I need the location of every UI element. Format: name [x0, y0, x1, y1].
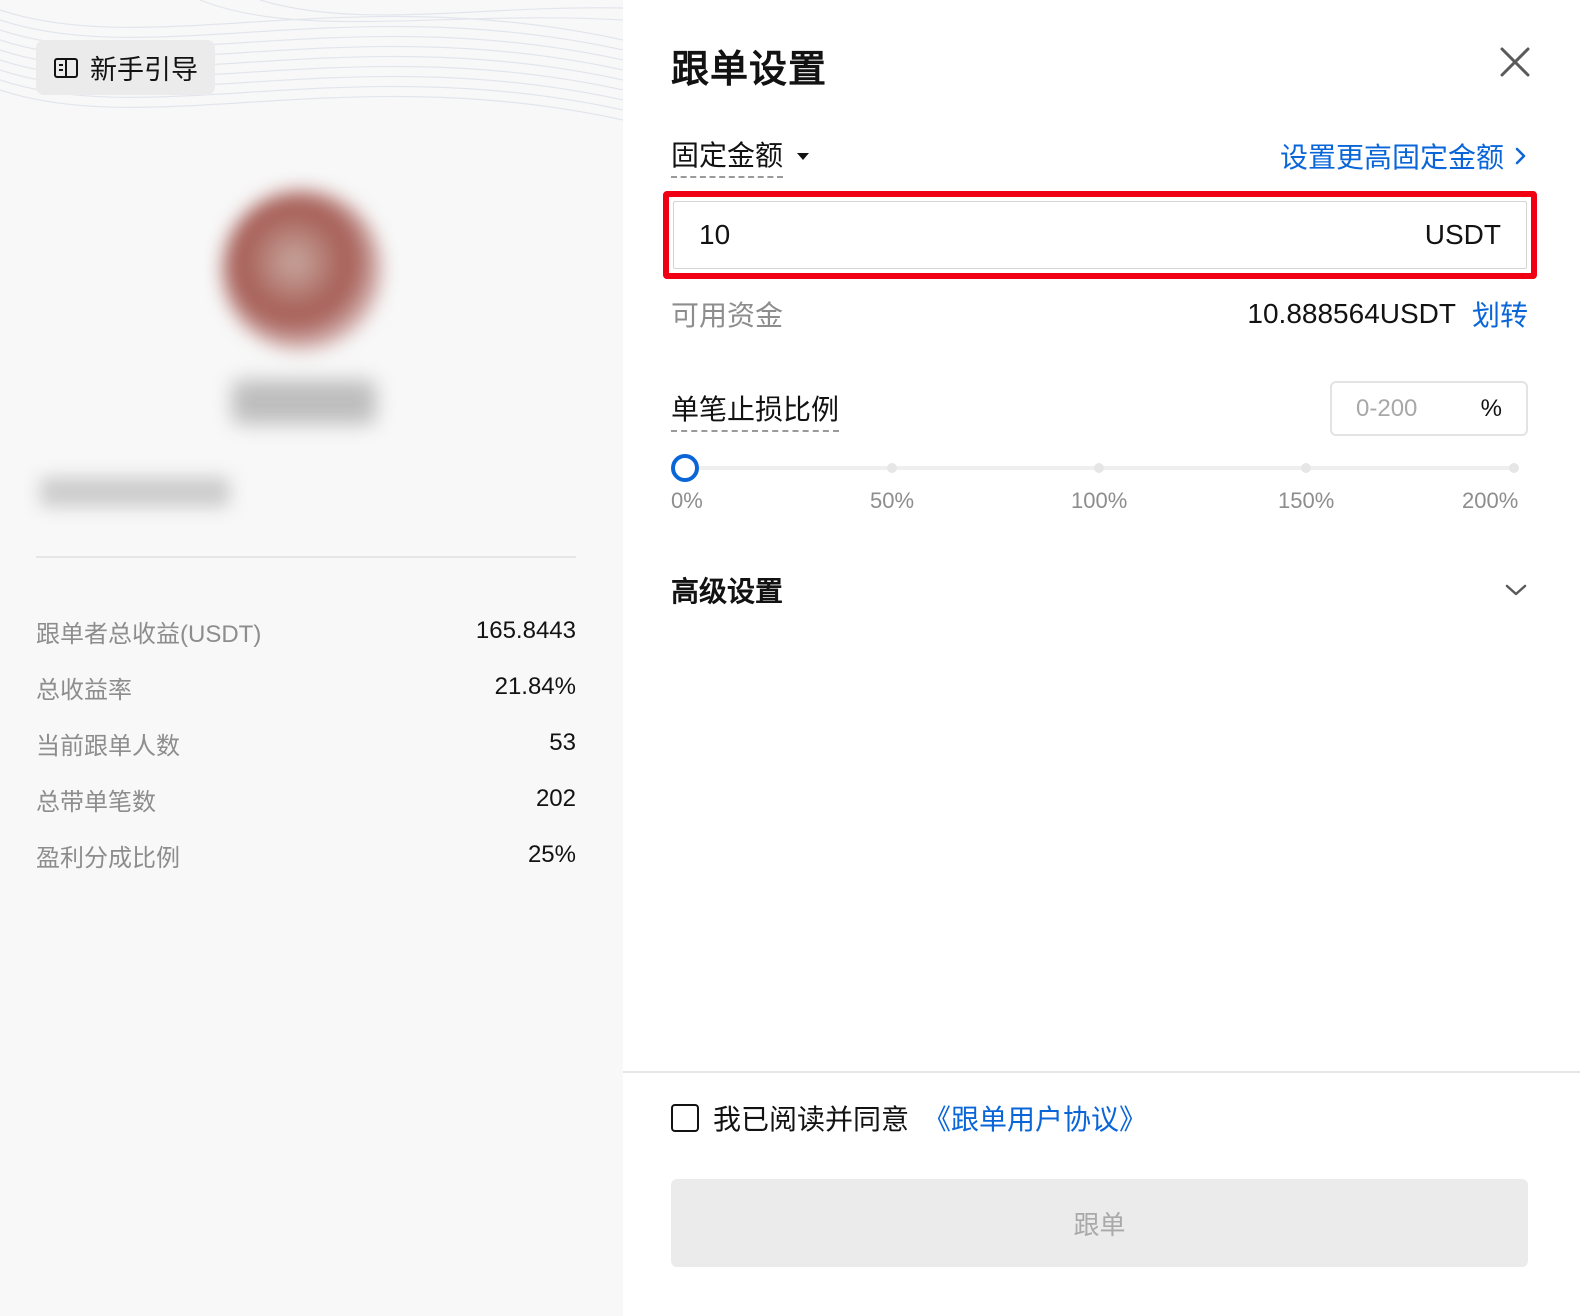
slider-mark-label: 100% [1071, 488, 1128, 513]
stat-total-return-rate: 总收益率 21.84% [36, 659, 576, 715]
amount-mode-dropdown[interactable]: 固定金额 [671, 134, 810, 178]
agreement-row: 我已阅读并同意 《跟单用户协议》 [671, 1096, 1147, 1140]
slider-mark-label: 150% [1278, 488, 1335, 513]
agreement-text: 我已阅读并同意 [713, 1104, 910, 1135]
set-higher-amount-label: 设置更高固定金额 [1279, 142, 1504, 173]
caret-down-icon [797, 152, 810, 160]
stat-value: 53 [549, 729, 576, 756]
slider-mark-dot[interactable] [1301, 463, 1311, 473]
trader-profile-panel: 新手引导 跟单者总收益(USDT) 165.8443 总收益率 21.84% 当… [0, 0, 623, 1316]
guide-book-icon [54, 57, 78, 78]
stat-label: 跟单者总收益(USDT) [36, 620, 262, 648]
slider-mark-dot[interactable] [1094, 463, 1104, 473]
amount-unit: USDT [1424, 219, 1501, 250]
slider-handle[interactable] [671, 454, 699, 482]
stat-value: 25% [527, 841, 576, 868]
background-wave-pattern [0, 0, 623, 121]
available-funds-value: 10.888564USDT [1247, 298, 1456, 329]
transfer-link[interactable]: 划转 [1472, 294, 1528, 334]
slider-mark-dot[interactable] [887, 463, 897, 473]
stat-current-followers: 当前跟单人数 53 [36, 715, 576, 771]
stop-loss-input-field[interactable]: % [1330, 381, 1528, 436]
chevron-right-icon [1515, 147, 1526, 165]
stat-label: 盈利分成比例 [36, 844, 180, 872]
stat-profit-share-ratio: 盈利分成比例 25% [36, 827, 576, 883]
stat-label: 总收益率 [36, 676, 132, 704]
stat-label: 总带单笔数 [36, 788, 156, 816]
slider-mark-label: 200% [1462, 488, 1519, 513]
trader-name-blurred [232, 380, 376, 424]
user-agreement-link[interactable]: 《跟单用户协议》 [923, 1098, 1147, 1138]
available-funds-row: 可用资金 10.888564USDT 划转 [671, 294, 1528, 334]
copy-trade-settings-panel: 跟单设置 固定金额 设置更高固定金额 USDT 可用资金 10.888564US… [623, 0, 1580, 1316]
profile-divider [36, 556, 576, 558]
advanced-settings-toggle[interactable]: 高级设置 [671, 568, 1528, 612]
amount-input-field[interactable]: USDT [673, 201, 1527, 269]
stop-loss-slider[interactable] [671, 452, 1521, 484]
amount-mode-label: 固定金额 [671, 134, 784, 178]
stat-total-follower-profit: 跟单者总收益(USDT) 165.8443 [36, 603, 576, 659]
stop-loss-input[interactable] [1356, 394, 1466, 423]
stop-loss-unit: % [1480, 394, 1502, 422]
advanced-settings-label: 高级设置 [671, 576, 784, 607]
trader-id-blurred [40, 477, 230, 507]
stat-value: 165.8443 [475, 617, 576, 644]
chevron-down-icon [1505, 584, 1527, 596]
stat-label: 当前跟单人数 [36, 732, 180, 760]
panel-title: 跟单设置 [671, 49, 828, 91]
stat-total-lead-trades: 总带单笔数 202 [36, 771, 576, 827]
amount-highlight-box: USDT [663, 191, 1537, 279]
stop-loss-ratio-label: 单笔止损比例 [671, 388, 840, 432]
slider-mark-label: 50% [870, 488, 915, 513]
trader-avatar [222, 190, 382, 350]
available-funds-label: 可用资金 [671, 300, 784, 331]
agreement-checkbox[interactable] [671, 1104, 699, 1132]
stat-value: 202 [535, 785, 576, 812]
trader-stats-list: 跟单者总收益(USDT) 165.8443 总收益率 21.84% 当前跟单人数… [36, 603, 576, 883]
set-higher-amount-link[interactable]: 设置更高固定金额 [1280, 136, 1528, 176]
slider-mark-dot[interactable] [1509, 463, 1519, 473]
stat-value: 21.84% [494, 673, 576, 700]
amount-input[interactable] [699, 219, 1299, 251]
close-icon[interactable] [1495, 42, 1535, 82]
copy-trade-submit-button[interactable]: 跟单 [671, 1179, 1528, 1267]
slider-mark-label: 0% [671, 488, 703, 513]
footer-divider [623, 1071, 1580, 1073]
beginner-guide-button[interactable]: 新手引导 [36, 40, 215, 95]
slider-mark-labels: 0% 50% 100% 150% 200% [671, 488, 1521, 518]
beginner-guide-label: 新手引导 [90, 55, 198, 85]
